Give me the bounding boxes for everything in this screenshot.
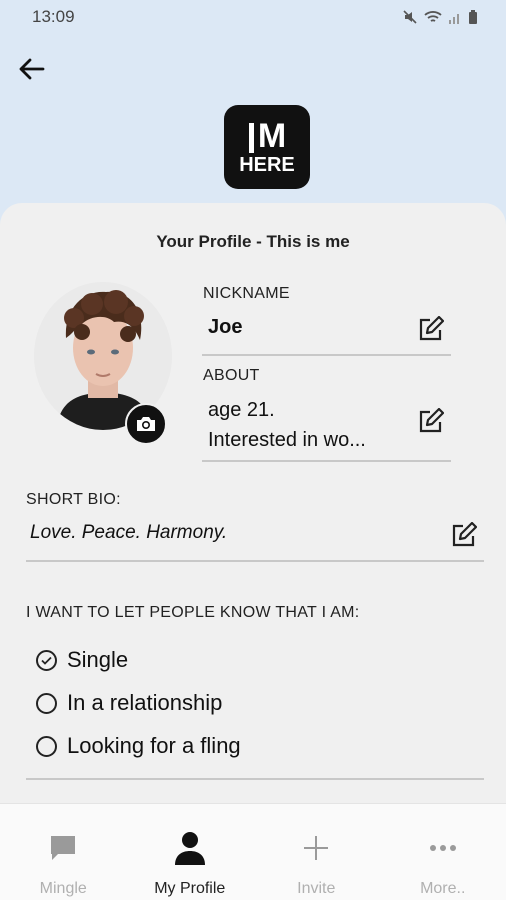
status-icons xyxy=(402,9,478,25)
wifi-icon xyxy=(424,11,442,22)
about-divider xyxy=(202,460,451,462)
nav-item-mingle[interactable]: Mingle xyxy=(0,804,127,900)
relationship-label: I WANT TO LET PEOPLE KNOW THAT I AM: xyxy=(26,604,360,621)
back-button[interactable] xyxy=(12,52,50,86)
nav-item-invite[interactable]: Invite xyxy=(253,804,380,900)
chat-bubble-icon xyxy=(51,836,76,860)
nickname-divider xyxy=(202,354,451,356)
change-photo-button[interactable] xyxy=(125,403,167,445)
mute-icon xyxy=(403,10,417,24)
bottom-navigation: Mingle My Profile Invite More.. xyxy=(0,803,506,900)
status-time: 13:09 xyxy=(32,7,75,26)
option-single[interactable]: Single xyxy=(36,647,128,673)
nav-label: My Profile xyxy=(154,880,226,897)
nav-label: More.. xyxy=(420,880,466,897)
option-label: Looking for a fling xyxy=(67,733,241,758)
option-label: Single xyxy=(67,647,129,672)
nav-item-more[interactable]: More.. xyxy=(380,804,506,900)
bio-divider xyxy=(26,560,484,562)
bio-value: Love. Peace. Harmony. xyxy=(30,522,228,543)
camera-icon xyxy=(137,417,155,431)
app-logo: M HERE xyxy=(224,105,310,189)
nav-item-my-profile[interactable]: My Profile xyxy=(127,804,254,900)
option-in-a-relationship[interactable]: In a relationship xyxy=(36,690,222,716)
person-icon xyxy=(174,832,205,865)
edit-bio-button[interactable] xyxy=(447,520,479,552)
arrow-left-icon xyxy=(19,58,45,80)
plus-icon xyxy=(304,836,329,860)
nav-label: Mingle xyxy=(39,880,87,897)
radio-icon xyxy=(36,692,57,714)
edit-icon xyxy=(419,408,444,433)
more-dots-icon xyxy=(429,845,456,851)
checked-radio-icon xyxy=(36,649,57,671)
battery-icon xyxy=(469,10,477,24)
bio-label: SHORT BIO: xyxy=(26,491,121,508)
relationship-divider xyxy=(26,778,484,780)
status-bar: 13:09 xyxy=(0,0,506,34)
about-line-2: Interested in wo... xyxy=(208,429,366,451)
nickname-value: Joe xyxy=(208,316,243,338)
option-label: In a relationship xyxy=(67,690,223,715)
edit-icon xyxy=(419,316,444,341)
about-line-1: age 21. xyxy=(208,399,275,421)
edit-about-button[interactable] xyxy=(414,406,446,438)
about-label: ABOUT xyxy=(203,367,260,384)
radio-icon xyxy=(36,735,57,757)
signal-icon xyxy=(449,14,459,24)
nickname-label: NICKNAME xyxy=(203,285,290,302)
page-title: Your Profile - This is me xyxy=(156,232,350,251)
edit-icon xyxy=(452,522,477,547)
edit-nickname-button[interactable] xyxy=(414,314,446,346)
option-looking-for-a-fling[interactable]: Looking for a fling xyxy=(36,733,241,759)
nav-label: Invite xyxy=(297,880,336,897)
